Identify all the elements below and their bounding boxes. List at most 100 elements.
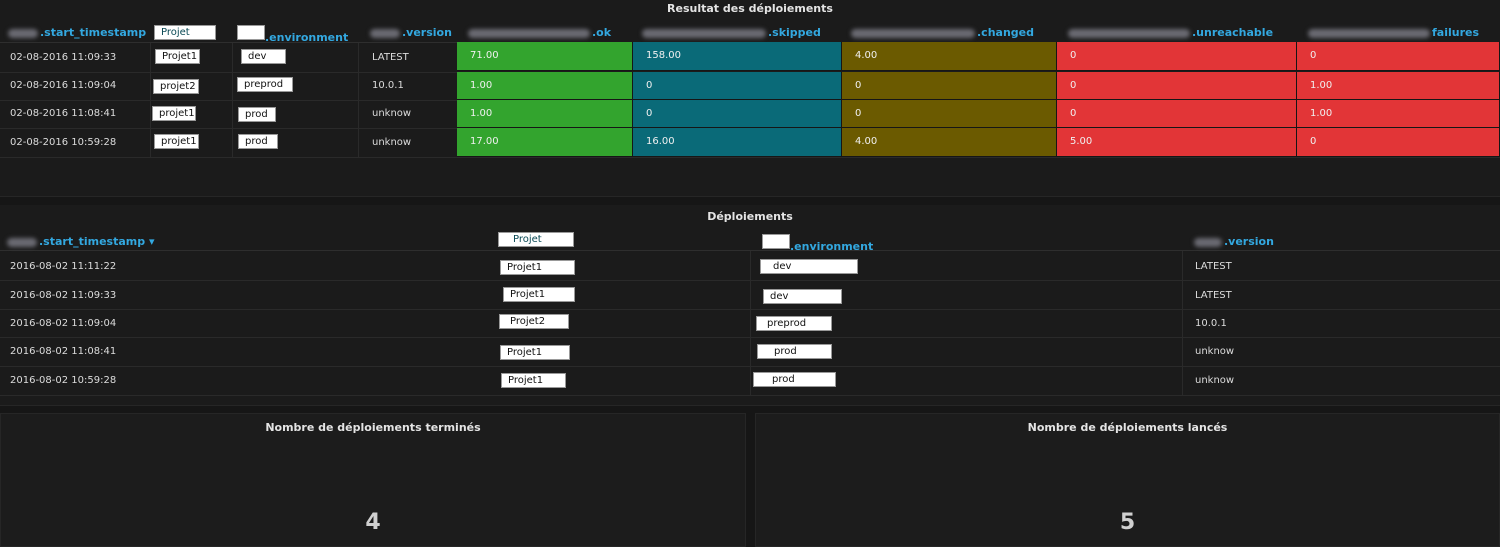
column-header-changed[interactable]: .changed xyxy=(851,26,1034,39)
cell-projet: Projet2 xyxy=(499,314,569,329)
cell-version: unknow xyxy=(1195,375,1235,386)
panel-title: Déploiements xyxy=(707,210,793,223)
cell-environment: dev xyxy=(241,49,286,64)
cell-timestamp: 2016-08-02 11:11:22 xyxy=(10,261,117,272)
stat-panel-finished: Nombre de déploiements terminés 4 xyxy=(0,413,746,547)
cell-projet: Projet1 xyxy=(500,260,575,275)
cell-unreachable: 0 xyxy=(1057,42,1297,71)
cell-timestamp: 02-08-2016 11:09:33 xyxy=(10,52,117,63)
cell-environment: prod xyxy=(753,372,836,387)
sort-desc-icon: ▾ xyxy=(148,235,155,248)
table-header: .start_timestamp ▾ Projet .environment .… xyxy=(0,231,1500,253)
cell-projet: Projet1 xyxy=(503,287,575,302)
stat-value: 5 xyxy=(1119,510,1136,535)
cell-version: unknow xyxy=(372,108,412,119)
column-divider xyxy=(750,251,751,395)
cell-environment: prod xyxy=(238,107,276,122)
column-divider xyxy=(358,43,359,157)
cell-projet: projet2 xyxy=(153,79,199,94)
column-header-version[interactable]: .version xyxy=(370,26,452,39)
cell-ok: 17.00 xyxy=(457,128,633,157)
cell-failures: 0 xyxy=(1297,128,1500,157)
cell-changed: 4.00 xyxy=(842,42,1057,71)
cell-version: unknow xyxy=(372,137,412,148)
column-header-start-timestamp[interactable]: .start_timestamp ▾ xyxy=(7,235,154,248)
stat-title: Nombre de déploiements lancés xyxy=(1027,421,1228,434)
cell-timestamp: 02-08-2016 10:59:28 xyxy=(10,137,117,148)
cell-failures: 1.00 xyxy=(1297,72,1500,100)
redacted-box xyxy=(237,25,265,40)
column-header-unreachable[interactable]: .unreachable xyxy=(1068,26,1273,39)
cell-environment: preprod xyxy=(756,316,832,331)
stat-title: Nombre de déploiements terminés xyxy=(265,421,481,434)
redacted-blur xyxy=(8,28,38,38)
redacted-box xyxy=(762,234,790,249)
cell-version: LATEST xyxy=(1195,290,1232,301)
stat-panel-launched: Nombre de déploiements lancés 5 xyxy=(755,413,1500,547)
cell-changed: 0 xyxy=(842,72,1057,100)
cell-projet: Projet1 xyxy=(501,373,566,388)
cell-failures: 1.00 xyxy=(1297,100,1500,128)
cell-skipped: 158.00 xyxy=(633,42,842,71)
cell-changed: 0 xyxy=(842,100,1057,128)
cell-timestamp: 02-08-2016 11:09:04 xyxy=(10,80,117,91)
cell-changed: 4.00 xyxy=(842,128,1057,157)
deployments-panel: Déploiements .start_timestamp ▾ Projet .… xyxy=(0,205,1500,406)
cell-environment: prod xyxy=(238,134,278,149)
redacted-blur xyxy=(642,28,766,38)
column-header-start-timestamp[interactable]: .start_timestamp xyxy=(8,26,146,39)
cell-ok: 71.00 xyxy=(457,42,633,71)
column-header-version[interactable]: .version xyxy=(1194,235,1274,248)
stat-value: 4 xyxy=(365,510,381,535)
cell-timestamp: 02-08-2016 11:08:41 xyxy=(10,108,117,119)
column-header-environment[interactable]: .environment xyxy=(237,25,348,44)
table-header: .start_timestamp Projet .environment .ve… xyxy=(0,22,1500,44)
cell-projet: projet1 xyxy=(152,106,196,121)
column-header-skipped[interactable]: .skipped xyxy=(642,26,821,39)
cell-ok: 1.00 xyxy=(457,72,633,100)
cell-environment: prod xyxy=(757,344,832,359)
redacted-blur xyxy=(1194,237,1222,247)
results-panel: Resultat des déploiements .start_timesta… xyxy=(0,0,1500,197)
table-row: 02-08-2016 11:08:41 projet1 prod unknow … xyxy=(0,100,1500,129)
redacted-blur xyxy=(370,28,400,38)
cell-timestamp: 2016-08-02 11:09:04 xyxy=(10,318,117,329)
cell-projet: Projet1 xyxy=(155,49,200,64)
cell-projet: Projet1 xyxy=(500,345,570,360)
redacted-blur xyxy=(851,28,975,38)
cell-timestamp: 2016-08-02 11:09:33 xyxy=(10,290,117,301)
cell-unreachable: 0 xyxy=(1057,72,1297,100)
column-header-ok[interactable]: .ok xyxy=(468,26,611,39)
column-header-projet[interactable]: Projet xyxy=(498,232,574,247)
table-row: 02-08-2016 11:09:04 projet2 preprod 10.0… xyxy=(0,72,1500,101)
cell-ok: 1.00 xyxy=(457,100,633,128)
cell-environment: preprod xyxy=(237,77,293,92)
panel-title: Resultat des déploiements xyxy=(667,2,833,15)
cell-timestamp: 2016-08-02 10:59:28 xyxy=(10,375,117,386)
cell-skipped: 16.00 xyxy=(633,128,842,157)
cell-environment: dev xyxy=(760,259,858,274)
column-header-projet[interactable]: Projet xyxy=(154,25,216,40)
column-header-failures[interactable]: failures xyxy=(1308,26,1479,39)
column-divider xyxy=(1182,251,1183,395)
table-row: 02-08-2016 11:09:33 Projet1 dev LATEST 7… xyxy=(0,42,1500,73)
cell-failures: 0 xyxy=(1297,42,1500,71)
redacted-blur xyxy=(1068,28,1190,38)
column-divider xyxy=(232,43,233,157)
cell-unreachable: 5.00 xyxy=(1057,128,1297,157)
table-row: 02-08-2016 10:59:28 projet1 prod unknow … xyxy=(0,128,1500,158)
cell-version: LATEST xyxy=(1195,261,1232,272)
redacted-blur xyxy=(7,237,37,247)
redacted-blur xyxy=(468,28,590,38)
cell-skipped: 0 xyxy=(633,100,842,128)
cell-version: 10.0.1 xyxy=(372,80,404,91)
cell-version: 10.0.1 xyxy=(1195,318,1227,329)
cell-skipped: 0 xyxy=(633,72,842,100)
cell-version: LATEST xyxy=(372,52,409,63)
column-divider xyxy=(150,43,151,157)
redacted-blur xyxy=(1308,28,1430,38)
cell-timestamp: 2016-08-02 11:08:41 xyxy=(10,346,117,357)
cell-environment: dev xyxy=(763,289,842,304)
cell-version: unknow xyxy=(1195,346,1235,357)
cell-projet: projet1 xyxy=(154,134,199,149)
